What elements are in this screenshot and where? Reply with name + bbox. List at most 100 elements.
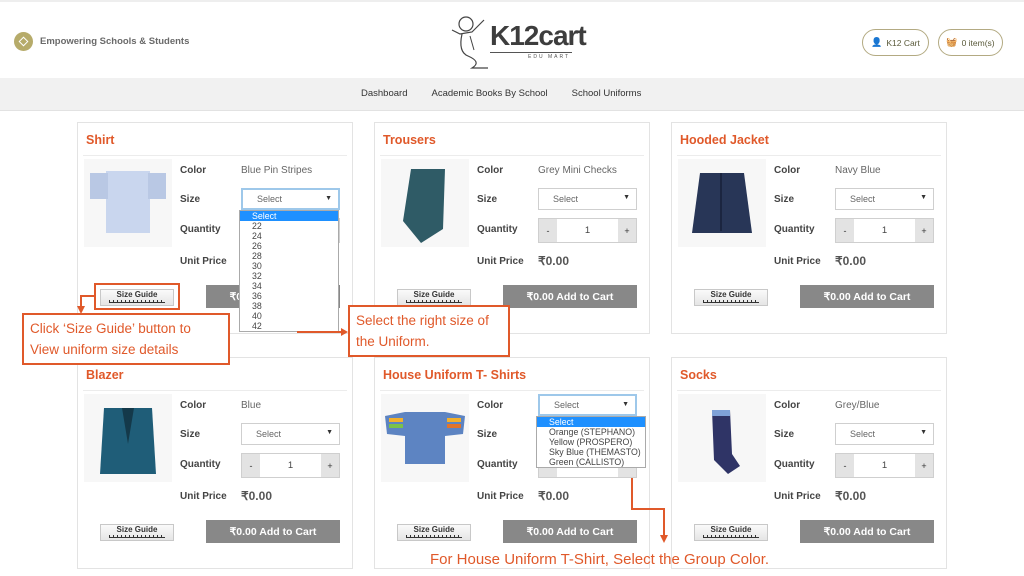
- size-guide-button[interactable]: Size Guide: [694, 289, 768, 306]
- size-guide-label: Size Guide: [710, 290, 752, 299]
- product-title: Shirt: [86, 133, 115, 147]
- decrement-button[interactable]: -: [539, 219, 557, 242]
- tagline-logo-icon: [14, 32, 33, 51]
- size-select[interactable]: Select ▼: [538, 188, 637, 210]
- size-option[interactable]: 40: [240, 311, 338, 321]
- color-option[interactable]: Green (CALLISTO): [537, 457, 645, 467]
- product-image: [84, 394, 172, 482]
- nav-dashboard[interactable]: Dashboard: [361, 88, 407, 99]
- color-option[interactable]: Orange (STEPHANO): [537, 427, 645, 437]
- add-to-cart-button[interactable]: ₹0.00 Add to Cart: [800, 520, 934, 543]
- add-to-cart-button[interactable]: ₹0.00 Add to Cart: [503, 520, 637, 543]
- size-option[interactable]: 22: [240, 221, 338, 231]
- unit-price-value: ₹0.00: [538, 254, 569, 268]
- k12-cart-button[interactable]: 👤 K12 Cart: [862, 29, 929, 56]
- size-select[interactable]: Select ▼: [241, 423, 340, 445]
- unit-price-value: ₹0.00: [241, 489, 272, 503]
- quantity-stepper[interactable]: - 1 +: [835, 453, 934, 478]
- quantity-value[interactable]: 1: [260, 454, 321, 477]
- color-dropdown-list[interactable]: Select Orange (STEPHANO) Yellow (PROSPERO)…: [536, 416, 646, 468]
- user-icon: 👤: [871, 37, 883, 47]
- size-option[interactable]: 42: [240, 321, 338, 331]
- tagline: Empowering Schools & Students: [14, 32, 189, 51]
- size-option[interactable]: 32: [240, 271, 338, 281]
- size-option[interactable]: 26: [240, 241, 338, 251]
- size-option[interactable]: 30: [240, 261, 338, 271]
- nav-school-uniforms[interactable]: School Uniforms: [572, 88, 642, 99]
- increment-button[interactable]: +: [321, 454, 339, 477]
- size-guide-annotation: Click ‘Size Guide’ button to View unifor…: [22, 313, 230, 365]
- quantity-label: Quantity: [774, 224, 815, 235]
- size-select-value: Select: [850, 194, 876, 204]
- quantity-value[interactable]: 1: [854, 454, 915, 477]
- ruler-icon: [406, 300, 462, 303]
- color-option[interactable]: Yellow (PROSPERO): [537, 437, 645, 447]
- color-label: Color: [477, 400, 504, 411]
- size-label: Size: [180, 429, 201, 440]
- ruler-icon: [109, 535, 165, 538]
- chevron-down-icon: ▼: [623, 194, 630, 201]
- size-label: Size: [774, 429, 795, 440]
- size-dropdown-list[interactable]: Select 22 24 26 28 30 32 34 36 38 40 42: [239, 210, 339, 332]
- color-option[interactable]: Select: [537, 417, 645, 427]
- cart-items-button[interactable]: 🧺 0 item(s): [938, 29, 1003, 56]
- size-option[interactable]: 36: [240, 291, 338, 301]
- quantity-value[interactable]: 1: [557, 219, 618, 242]
- size-guide-button[interactable]: Size Guide: [694, 524, 768, 541]
- quantity-value[interactable]: 1: [854, 219, 915, 242]
- color-select[interactable]: Select ▼: [538, 394, 637, 416]
- cart-items-label: 0 item(s): [961, 37, 995, 48]
- color-value: Blue: [241, 400, 262, 411]
- add-to-cart-button[interactable]: ₹0.00 Add to Cart: [503, 285, 637, 308]
- color-option[interactable]: Sky Blue (THEMASTO): [537, 447, 645, 457]
- decrement-button[interactable]: -: [242, 454, 260, 477]
- annotation-connector: [631, 508, 665, 510]
- chevron-down-icon: ▼: [325, 195, 332, 202]
- unit-price-value: ₹0.00: [835, 254, 866, 268]
- k12-cart-label: K12 Cart: [886, 37, 920, 48]
- product-title: Trousers: [383, 133, 436, 147]
- product-card-blazer: Blazer Color Blue Size Select ▼ Quantity…: [77, 357, 353, 569]
- quantity-stepper[interactable]: - 1 +: [835, 218, 934, 243]
- product-title: Hooded Jacket: [680, 133, 769, 147]
- color-label: Color: [477, 165, 504, 176]
- color-value: Blue Pin Stripes: [241, 165, 313, 176]
- size-option[interactable]: 28: [240, 251, 338, 261]
- color-label: Color: [774, 400, 801, 411]
- annotation-connector: [297, 331, 341, 333]
- color-label: Color: [180, 165, 207, 176]
- size-guide-label: Size Guide: [413, 290, 455, 299]
- ruler-icon: [703, 535, 759, 538]
- size-guide-button[interactable]: Size Guide: [100, 524, 174, 541]
- product-card-socks: Socks Color Grey/Blue Size Select ▼ Quan…: [671, 357, 947, 569]
- divider: [380, 155, 644, 156]
- add-to-cart-button[interactable]: ₹0.00 Add to Cart: [206, 520, 340, 543]
- quantity-stepper[interactable]: - 1 +: [538, 218, 637, 243]
- decrement-button[interactable]: -: [836, 454, 854, 477]
- nav-academic-books[interactable]: Academic Books By School: [431, 88, 547, 99]
- size-option[interactable]: 24: [240, 231, 338, 241]
- size-option[interactable]: 34: [240, 281, 338, 291]
- product-image: [678, 159, 766, 247]
- product-title: Socks: [680, 368, 717, 382]
- brand-logo[interactable]: K12cart EDU MART: [442, 12, 587, 72]
- quantity-label: Quantity: [477, 224, 518, 235]
- size-select[interactable]: Select ▼: [835, 423, 934, 445]
- size-select[interactable]: Select ▼: [835, 188, 934, 210]
- increment-button[interactable]: +: [915, 454, 933, 477]
- add-to-cart-button[interactable]: ₹0.00 Add to Cart: [800, 285, 934, 308]
- divider: [380, 390, 644, 391]
- ruler-icon: [406, 535, 462, 538]
- size-guide-button[interactable]: Size Guide: [397, 289, 471, 306]
- increment-button[interactable]: +: [618, 219, 636, 242]
- size-option[interactable]: 38: [240, 301, 338, 311]
- size-guide-button[interactable]: Size Guide: [397, 524, 471, 541]
- size-option[interactable]: Select: [240, 211, 338, 221]
- decrement-button[interactable]: -: [836, 219, 854, 242]
- basket-icon: 🧺: [946, 37, 958, 47]
- quantity-stepper[interactable]: - 1 +: [241, 453, 340, 478]
- size-select[interactable]: Select ▼: [241, 188, 340, 210]
- size-guide-highlight: [94, 283, 180, 310]
- increment-button[interactable]: +: [915, 219, 933, 242]
- divider: [83, 390, 347, 391]
